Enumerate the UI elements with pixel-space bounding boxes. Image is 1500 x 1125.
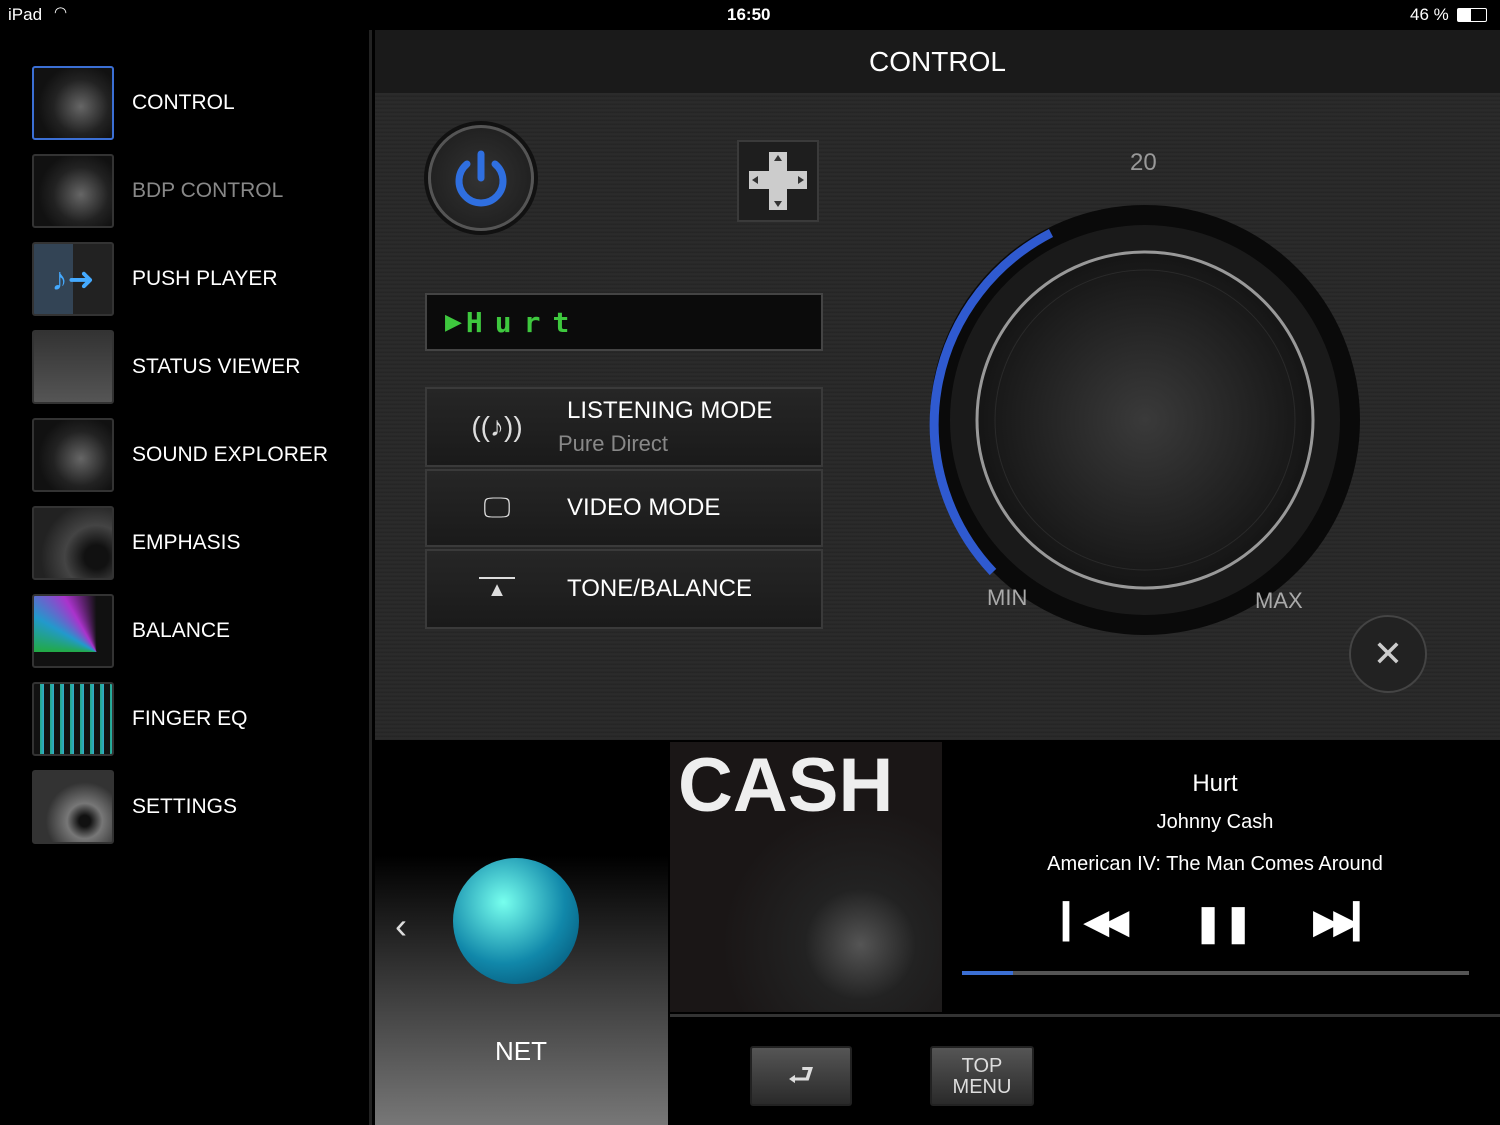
page-title: CONTROL xyxy=(375,30,1500,95)
sidebar-item-sound-explorer[interactable]: SOUND EXPLORER xyxy=(32,418,362,492)
sidebar-item-label: PUSH PLAYER xyxy=(132,267,278,290)
mute-button[interactable]: ✕ xyxy=(1349,615,1427,693)
speaker-icon xyxy=(32,506,114,580)
sidebar-item-emphasis[interactable]: EMPHASIS xyxy=(32,506,362,580)
top-menu-button[interactable]: TOP MENU xyxy=(930,1046,1034,1106)
sidebar-item-label: SOUND EXPLORER xyxy=(132,443,329,466)
divider xyxy=(670,1014,1500,1017)
sidebar-item-label: CONTROL xyxy=(132,91,235,114)
track-album: American IV: The Man Comes Around xyxy=(1047,853,1383,875)
control-panel: ▶ Hurt ((♪)) LISTENING MODE Pure Direct 🖵… xyxy=(375,95,1500,740)
album-art: CASH xyxy=(670,742,942,1012)
sidebar-item-label: FINGER EQ xyxy=(132,707,248,730)
listening-mode-label: LISTENING MODE xyxy=(567,397,773,424)
battery-icon xyxy=(1457,8,1487,22)
display-text: Hurt xyxy=(465,305,582,339)
wifi-icon: ◠ xyxy=(54,4,68,21)
gear-icon xyxy=(32,770,114,844)
battery-percent: 46 % xyxy=(1410,5,1449,24)
return-button[interactable]: ⮐ xyxy=(750,1046,852,1106)
sidebar-item-finger-eq[interactable]: FINGER EQ xyxy=(32,682,362,756)
previous-source-chevron-icon[interactable]: ‹ xyxy=(395,905,407,947)
status-viewer-icon xyxy=(32,330,114,404)
source-label: NET xyxy=(495,1036,547,1066)
balance-icon xyxy=(32,594,114,668)
sidebar-item-label: BDP CONTROL xyxy=(132,179,284,202)
sidebar-item-label: EMPHASIS xyxy=(132,531,241,554)
clock: 16:50 xyxy=(727,5,771,24)
control-knob-icon xyxy=(32,66,114,140)
sidebar-item-status-viewer[interactable]: STATUS VIEWER xyxy=(32,330,362,404)
sidebar-item-push-player[interactable]: ♪➜ PUSH PLAYER xyxy=(32,242,362,316)
sidebar-item-balance[interactable]: BALANCE xyxy=(32,594,362,668)
sidebar-item-label: STATUS VIEWER xyxy=(132,355,301,378)
progress-bar[interactable] xyxy=(962,971,1469,975)
eq-icon xyxy=(32,682,114,756)
sidebar: CONTROL BDP CONTROL ♪➜ PUSH PLAYER STATUS… xyxy=(0,30,372,1125)
return-icon: ⮐ xyxy=(787,1059,815,1092)
track-artist: Johnny Cash xyxy=(1156,811,1274,833)
tone-icon: ▲ xyxy=(427,576,567,602)
volume-min-label: MIN xyxy=(987,585,1028,610)
cursor-pad-button[interactable] xyxy=(737,140,819,222)
volume-max-label: MAX xyxy=(1255,588,1303,613)
sidebar-item-label: SETTINGS xyxy=(132,795,238,818)
status-bar: iPad ◠ 16:50 46 % xyxy=(0,0,1500,30)
listening-mode-button[interactable]: ((♪)) LISTENING MODE Pure Direct xyxy=(425,387,823,467)
monitor-icon: 🖵 xyxy=(483,491,511,523)
track-title: Hurt xyxy=(1192,770,1238,797)
play-indicator-icon: ▶ xyxy=(445,309,462,334)
sound-explorer-icon xyxy=(32,418,114,492)
listening-mode-value: Pure Direct xyxy=(558,431,669,456)
volume-value: 20 xyxy=(1130,149,1157,176)
power-icon xyxy=(455,150,507,207)
sidebar-item-label: BALANCE xyxy=(132,619,231,642)
sidebar-item-settings[interactable]: SETTINGS xyxy=(32,770,362,844)
source-selector[interactable]: ‹ NET xyxy=(375,740,668,1125)
volume-knob[interactable] xyxy=(925,200,1365,640)
power-button[interactable] xyxy=(428,125,534,231)
video-mode-button[interactable]: 🖵 VIDEO MODE xyxy=(425,469,823,547)
mute-icon: ✕ xyxy=(1372,633,1404,674)
progress-fill xyxy=(962,971,1013,975)
pause-button[interactable]: ❚❚ xyxy=(1193,902,1253,944)
music-note-icon: ♪➜ xyxy=(32,242,114,316)
now-playing: ‹ NET CASH Hurt Johnny Cash American IV:… xyxy=(375,740,1500,1125)
sidebar-item-control[interactable]: CONTROL xyxy=(32,66,362,140)
bdp-icon xyxy=(32,154,114,228)
video-mode-label: VIDEO MODE xyxy=(567,494,721,521)
tone-balance-label: TONE/BALANCE xyxy=(567,575,752,602)
fl-display: ▶ Hurt xyxy=(425,293,823,351)
device-name: iPad xyxy=(8,5,43,24)
next-track-button[interactable]: ▶▶▎ xyxy=(1313,902,1379,942)
previous-track-button[interactable]: ▎◀◀ xyxy=(1063,902,1129,942)
tone-balance-button[interactable]: ▲ TONE/BALANCE xyxy=(425,549,823,629)
sidebar-item-bdp-control[interactable]: BDP CONTROL xyxy=(32,154,362,228)
dpad-icon xyxy=(749,152,807,210)
listening-mode-icon: ((♪)) xyxy=(471,411,523,442)
album-art-text: CASH xyxy=(678,743,894,828)
net-globe-icon xyxy=(453,858,579,984)
